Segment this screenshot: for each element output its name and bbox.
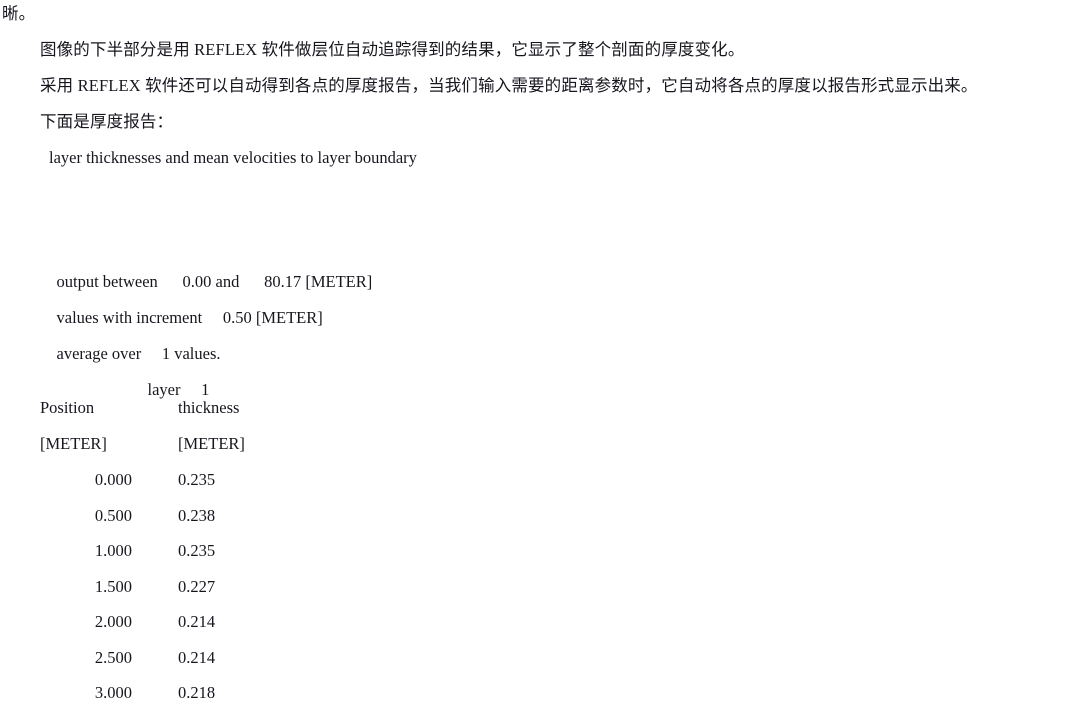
cell-position: 2.500: [94, 647, 132, 667]
table-row: 1.500 0.227: [40, 576, 298, 596]
cell-thickness: 0.238: [178, 505, 216, 525]
paragraph-1: 图像的下半部分是用 REFLEX 软件做层位自动追踪得到的结果，它显示了整个剖面…: [40, 40, 745, 59]
column-header-position: Position: [40, 398, 95, 417]
column-unit-position: [METER]: [40, 434, 107, 453]
table-row: 0.000 0.235: [40, 470, 298, 489]
increment-label: values with increment: [56, 307, 203, 327]
table-header-row: Position thickness: [40, 398, 240, 417]
document-page: 晰。 图像的下半部分是用 REFLEX 软件做层位自动追踪得到的结果，它显示了整…: [0, 0, 1090, 702]
table-unit-row: [METER] [METER]: [40, 434, 245, 453]
orphan-text-line: 晰。: [2, 4, 36, 23]
table-row: 2.000 0.214: [40, 612, 298, 631]
output-to-value: 80.17: [264, 271, 302, 291]
cell-thickness: 0.227: [178, 576, 216, 596]
cell-position: 1.000: [94, 541, 132, 560]
average-suffix: values.: [174, 343, 221, 363]
table-row: 1.000 0.235: [40, 541, 298, 560]
cell-thickness: 0.235: [178, 541, 216, 560]
output-unit: [METER]: [305, 271, 373, 291]
cell-thickness: 0.218: [178, 683, 216, 702]
cell-thickness: 0.214: [178, 612, 216, 631]
cell-position: 2.000: [94, 612, 132, 631]
average-value: 1: [161, 343, 171, 363]
cell-thickness: 0.214: [178, 647, 216, 667]
layer-number: 1: [201, 379, 210, 399]
increment-unit: [METER]: [255, 307, 323, 327]
report-title: layer thicknesses and mean velocities to…: [49, 148, 417, 167]
column-header-thickness: thickness: [178, 398, 240, 417]
table-row: 3.000 0.218: [40, 683, 298, 702]
cell-thickness: 0.235: [178, 470, 216, 489]
cell-position: 3.000: [94, 683, 132, 702]
cell-position: 0.000: [94, 470, 132, 489]
table-row: 0.500 0.238: [40, 505, 298, 525]
cell-position: 0.500: [94, 505, 132, 525]
average-label: average over: [56, 343, 142, 363]
output-from-value: 0.00: [182, 271, 212, 291]
column-unit-thickness: [METER]: [178, 434, 245, 453]
output-and-label: and: [215, 271, 240, 291]
paragraph-2: 采用 REFLEX 软件还可以自动得到各点的厚度报告，当我们输入需要的距离参数时…: [40, 76, 978, 95]
paragraph-3: 下面是厚度报告：: [40, 112, 174, 131]
table-row: 2.500 0.214: [40, 647, 298, 667]
output-between-label: output between: [56, 271, 158, 291]
increment-value: 0.50: [222, 307, 252, 327]
cell-position: 1.500: [94, 576, 132, 596]
layer-label: layer: [147, 379, 181, 399]
